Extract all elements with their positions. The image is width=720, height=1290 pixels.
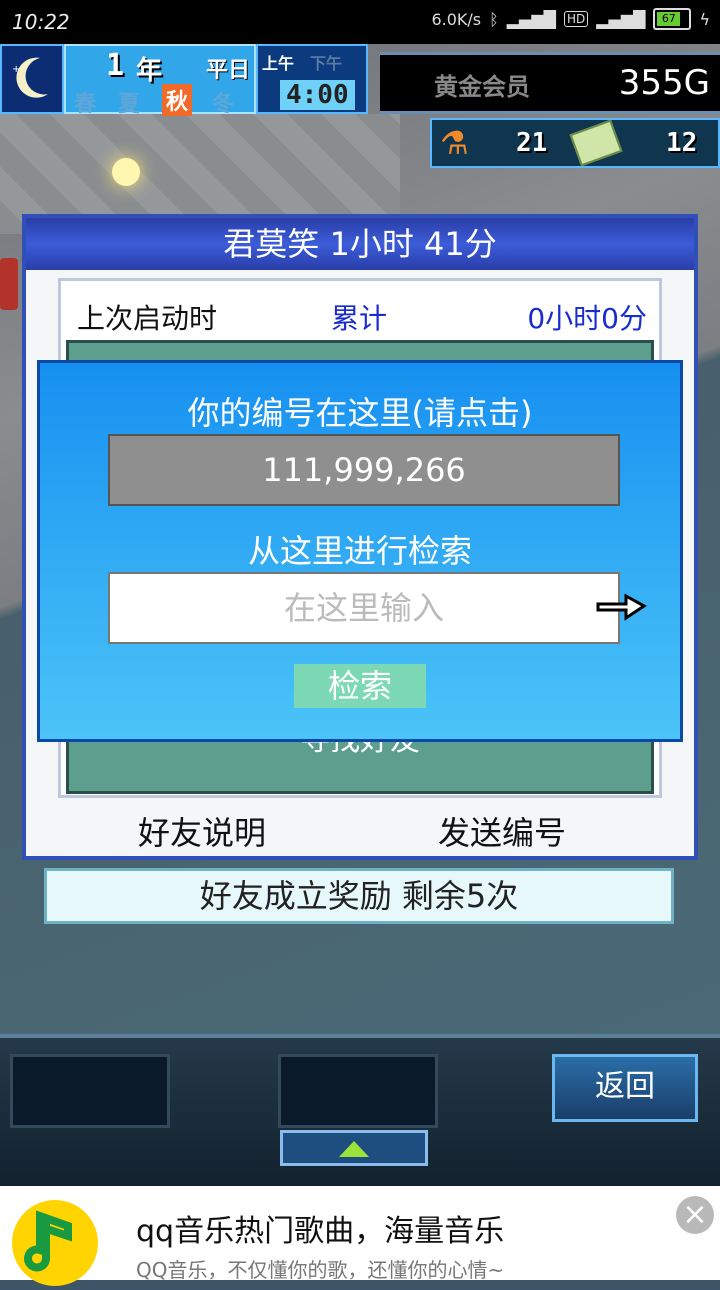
empty-slot-1[interactable] xyxy=(10,1054,170,1128)
total-label: 累计 xyxy=(331,302,388,335)
up-arrow-icon xyxy=(339,1141,369,1157)
night-moon-icon[interactable]: + xyxy=(0,44,64,114)
signal-icon-2: ▂▄▆█ xyxy=(596,9,646,29)
season-winter: 冬 xyxy=(212,92,235,117)
search-input[interactable]: 在这里输入 xyxy=(108,572,620,644)
lamp-light-icon xyxy=(112,158,140,186)
ticket-count: 12 xyxy=(666,128,698,158)
last-start-label: 上次启动时 xyxy=(77,302,218,335)
ad-subtitle: QQ音乐，不仅懂你的歌，还懂你的心情~ xyxy=(136,1258,505,1282)
bluetooth-icon: ᛒ xyxy=(489,9,499,29)
gold-amount: 355G xyxy=(618,63,710,103)
membership-label: 黄金会员 xyxy=(434,73,530,101)
status-time: 10:22 xyxy=(12,10,70,34)
calendar-panel: 1 年 平日 春 夏 秋 冬 xyxy=(64,44,256,117)
fire-extinguisher-icon xyxy=(0,258,18,310)
battery-level: 67 xyxy=(657,12,681,26)
season-summer: 夏 xyxy=(118,92,141,117)
send-id-button[interactable]: 发送编号 xyxy=(438,808,566,854)
back-button[interactable]: 返回 xyxy=(552,1054,698,1122)
network-speed: 6.0K/s xyxy=(431,9,482,29)
ad-close-icon[interactable]: × xyxy=(676,1196,714,1234)
status-bar: 10:22 6.0K/s ᛒ ▂▄▆█ HD ▂▄▆█ 67 ϟ xyxy=(0,0,720,44)
flask-icon: ⚗ xyxy=(440,124,469,162)
signal-icon: ▂▄▆█ xyxy=(506,9,556,29)
friend-reward-bar: 好友成立奖励 剩余5次 xyxy=(44,868,674,924)
total-value: 0小时0分 xyxy=(527,302,647,335)
gold-panel: 黄金会员 355G xyxy=(380,52,720,114)
clock-time: 4:00 xyxy=(280,80,355,110)
day-type: 平日 xyxy=(206,58,251,83)
year-number: 1 xyxy=(106,48,125,83)
id-prompt: 你的编号在这里(请点击) xyxy=(187,394,533,432)
status-icons: 6.0K/s ᛒ ▂▄▆█ HD ▂▄▆█ 67 ϟ xyxy=(431,8,710,30)
hd-icon: HD xyxy=(563,11,589,27)
dialog-title: 君莫笑 1小时 41分 xyxy=(26,218,694,270)
search-prompt: 从这里进行检索 xyxy=(247,532,472,570)
ticket-icon xyxy=(569,119,623,167)
items-panel: ⚗ 21 12 xyxy=(430,118,720,168)
pointing-hand-icon xyxy=(596,590,648,628)
qq-music-logo-icon xyxy=(12,1200,98,1286)
am-label: 上午 xyxy=(262,54,295,73)
charging-icon: ϟ xyxy=(699,9,710,29)
empty-slot-2[interactable] xyxy=(278,1054,438,1128)
season-spring: 春 xyxy=(74,92,97,117)
ad-title[interactable]: qq音乐热门歌曲，海量音乐 xyxy=(136,1206,504,1250)
search-button[interactable]: 检索 xyxy=(294,664,426,708)
pm-label: 下午 xyxy=(310,54,343,73)
season-autumn: 秋 xyxy=(162,84,193,116)
friend-help-button[interactable]: 好友说明 xyxy=(138,808,266,854)
expand-up-button[interactable] xyxy=(280,1130,428,1166)
year-label: 年 xyxy=(136,56,163,86)
svg-text:+: + xyxy=(12,64,20,75)
clock-panel: 上午 下午 4:00 xyxy=(256,44,368,114)
flask-count: 21 xyxy=(516,128,548,158)
battery-icon: 67 xyxy=(653,8,692,30)
player-id-box[interactable]: 111,999,266 xyxy=(108,434,620,506)
